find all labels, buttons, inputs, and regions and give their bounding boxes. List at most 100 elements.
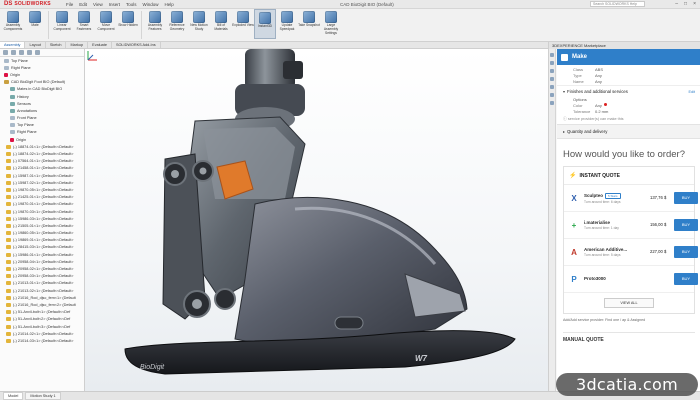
tree-item-part[interactable]: (-) 15986-03<1> (Default<<Default> xyxy=(0,215,84,222)
solidworks-logo[interactable]: DS SOLIDWORKS xyxy=(0,1,60,7)
tab-motion-study[interactable]: Motion Study 1 xyxy=(25,392,61,400)
feature-manager-icon[interactable] xyxy=(3,50,8,55)
tree-item-part[interactable]: (-) 20958-02<1> (Default<<Default> xyxy=(0,265,84,272)
foot-model-render[interactable]: BioDigit W7 xyxy=(85,49,548,391)
quote-row[interactable]: A American Additive... Turn around time: 5… xyxy=(564,239,698,266)
menu-edit[interactable]: Edit xyxy=(79,2,87,7)
add-provider-link[interactable]: Add/Add service provider: Find one / ap … xyxy=(557,314,700,326)
tree-item[interactable]: Sensors xyxy=(0,100,84,107)
tree-item-part[interactable]: (-) 21458-01<1> (Default<<Default> xyxy=(0,165,84,172)
maximize-icon[interactable]: □ xyxy=(684,1,687,7)
tree-item-part[interactable]: (-) 07564-01<1> (Default<<Default> xyxy=(0,158,84,165)
quote-row[interactable]: + i.materialise Turn around time: 1 day 156… xyxy=(564,212,698,239)
view-palette-icon[interactable] xyxy=(550,77,554,81)
sole-slot[interactable] xyxy=(334,316,364,330)
custom-properties-icon[interactable] xyxy=(550,93,554,97)
finishes-section[interactable]: ▾ Finishes and additional services Edit xyxy=(557,85,700,97)
file-explorer-icon[interactable] xyxy=(550,69,554,73)
tree-item-part[interactable]: (-) 15986-01<1> (Default<<Default> xyxy=(0,251,84,258)
tree-item-root[interactable]: CAD BioDigit Foot BIO (Default) xyxy=(0,79,84,86)
tab-markup[interactable]: Markup xyxy=(66,42,89,48)
tab-evaluate[interactable]: Evaluate xyxy=(88,42,112,48)
tab-addins[interactable]: SOLIDWORKS Add-Ins xyxy=(112,42,161,48)
take-snapshot-button[interactable]: Take Snapshot xyxy=(298,9,320,39)
help-search-input[interactable]: Search SOLIDWORKS Help xyxy=(590,1,645,7)
tree-item-part[interactable]: (-) 21016_Rod_djsc_fem<1> (Default xyxy=(0,294,84,301)
linear-component-pattern-button[interactable]: Linear Component xyxy=(51,9,73,39)
large-assembly-settings-button[interactable]: Large Assembly Settings xyxy=(320,9,342,39)
tree-item-part[interactable]: (-) 20958-03<1> (Default<<Default> xyxy=(0,273,84,280)
bill-of-materials-button[interactable]: Bill of Materials xyxy=(210,9,232,39)
tab-model[interactable]: Model xyxy=(3,392,24,400)
tree-item[interactable]: Right Plane xyxy=(0,64,84,71)
adapter-screw[interactable] xyxy=(283,61,303,79)
tree-item-part[interactable]: (-) 51-Anvil-bolt<2> (Default<<Def xyxy=(0,316,84,323)
show-hidden-button[interactable]: Show Hidden xyxy=(117,9,139,39)
tree-item-part[interactable]: (-) 21014-03<1> (Default<<Default> xyxy=(0,337,84,344)
menu-view[interactable]: View xyxy=(93,2,103,7)
buy-button[interactable]: BUY xyxy=(674,219,698,231)
menu-file[interactable]: File xyxy=(66,2,73,7)
tab-assembly[interactable]: Assembly xyxy=(0,42,26,48)
exploded-view-button[interactable]: Exploded View xyxy=(232,9,254,39)
tree-item[interactable]: Origin xyxy=(0,136,84,143)
assembly-components-button[interactable]: Assembly Components xyxy=(2,9,24,39)
tree-item-part[interactable]: (-) 18874-01<1> (Default<<Default> xyxy=(0,143,84,150)
tree-item[interactable]: Annotations xyxy=(0,107,84,114)
tab-sketch[interactable]: Sketch xyxy=(46,42,67,48)
view-all-button[interactable]: VIEW ALL xyxy=(604,298,654,308)
marketplace-icon[interactable] xyxy=(550,101,554,105)
tree-item-part[interactable]: (-) 51-Anvil-bolt<3> (Default<<Def xyxy=(0,323,84,330)
display-manager-icon[interactable] xyxy=(35,50,40,55)
menu-insert[interactable]: Insert xyxy=(109,2,120,7)
tab-layout[interactable]: Layout xyxy=(25,42,46,48)
resources-icon[interactable] xyxy=(550,53,554,57)
quote-row[interactable]: X Sculpteo 5 Stars Turn around time: 6 days… xyxy=(564,185,698,212)
tree-item-part[interactable]: (-) 19870-03<1> (Default<<Default> xyxy=(0,208,84,215)
minimize-icon[interactable]: – xyxy=(675,1,678,7)
tree-item-part[interactable]: (-) 20958-04<1> (Default<<Default> xyxy=(0,258,84,265)
tree-item-part[interactable]: (-) 18874-02<1> (Default<<Default> xyxy=(0,150,84,157)
tree-item-part[interactable]: (-) 21013-01<1> (Default<<Default> xyxy=(0,280,84,287)
tree-item[interactable]: Mates in CAD BioDigit BIO xyxy=(0,86,84,93)
quote-row[interactable]: P Proto3000 BUY xyxy=(564,266,698,293)
menu-help[interactable]: Help xyxy=(165,2,174,7)
buy-button[interactable]: BUY xyxy=(674,192,698,204)
manual-quote-title[interactable]: MANUAL QUOTE xyxy=(563,332,695,343)
tree-item-part[interactable]: (-) 28415-03<1> (Default<<Default> xyxy=(0,244,84,251)
tree-item-part[interactable]: (-) 19870-05<1> (Default<<Default> xyxy=(0,186,84,193)
tree-item-part[interactable]: (-) 21016_Rod_djsc_fem<2> (Default xyxy=(0,301,84,308)
quantity-delivery-section[interactable]: ▸ Quantity and delivery xyxy=(557,124,700,139)
graphics-viewport[interactable]: BioDigit W7 xyxy=(85,49,548,391)
configuration-manager-icon[interactable] xyxy=(19,50,24,55)
dimxpert-icon[interactable] xyxy=(27,50,32,55)
tree-item-part[interactable]: (-) 51-Anvil-bolt<1> (Default<<Def xyxy=(0,309,84,316)
design-library-icon[interactable] xyxy=(550,61,554,65)
tree-item-part[interactable]: (-) 15987-01<1> (Default<<Default> xyxy=(0,172,84,179)
tree-item[interactable]: Top Plane xyxy=(0,57,84,64)
tree-item[interactable]: History xyxy=(0,93,84,100)
new-motion-study-button[interactable]: New Motion Study xyxy=(188,9,210,39)
menu-tools[interactable]: Tools xyxy=(126,2,137,7)
tree-item-part[interactable]: (-) 15987-02<1> (Default<<Default> xyxy=(0,179,84,186)
lower-bearing-2[interactable] xyxy=(214,288,236,310)
tree-item-part[interactable]: (-) 21425-01<1> (Default<<Default> xyxy=(0,194,84,201)
appearances-icon[interactable] xyxy=(550,85,554,89)
buy-button[interactable]: BUY xyxy=(674,273,698,285)
tree-item-part[interactable]: (-) 21014-02<1> (Default<<Default> xyxy=(0,330,84,337)
mate-button[interactable]: Mate xyxy=(24,9,46,39)
assembly-features-button[interactable]: Assembly Features xyxy=(144,9,166,39)
buy-button[interactable]: BUY xyxy=(674,246,698,258)
tree-item[interactable]: Front Plane xyxy=(0,115,84,122)
instant3d-button[interactable]: Instant3D xyxy=(254,9,276,39)
close-icon[interactable]: × xyxy=(693,1,696,7)
edit-link[interactable]: Edit xyxy=(688,90,695,94)
menu-window[interactable]: Window xyxy=(143,2,159,7)
tree-item-part[interactable]: (-) 21013-02<1> (Default<<Default> xyxy=(0,287,84,294)
property-manager-icon[interactable] xyxy=(11,50,16,55)
reference-geometry-button[interactable]: Reference Geometry xyxy=(166,9,188,39)
tree-item[interactable]: Right Plane xyxy=(0,129,84,136)
move-component-button[interactable]: Move Component xyxy=(95,9,117,39)
tree-item-part[interactable]: (-) 19870-01<1> (Default<<Default> xyxy=(0,201,84,208)
tree-item-part[interactable]: (-) 19860-05<1> (Default<<Default> xyxy=(0,230,84,237)
